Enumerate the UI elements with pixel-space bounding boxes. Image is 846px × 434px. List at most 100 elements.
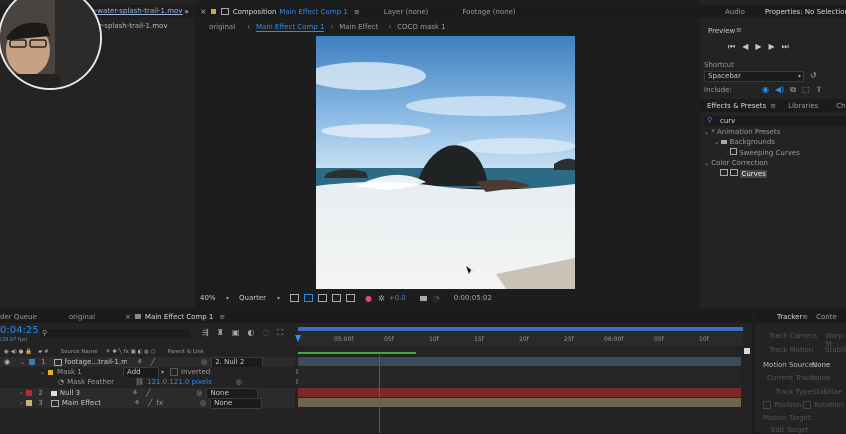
composition-tab-label[interactable]: Composition [233, 8, 277, 16]
resolution-select[interactable]: Quarter [239, 294, 277, 302]
pickwhip-icon[interactable]: ◎ [236, 378, 242, 386]
shortcut-select[interactable]: Spacebar ▾ [704, 71, 804, 82]
transparency-grid-icon[interactable] [304, 294, 314, 302]
panel-menu-icon[interactable]: ≡ [770, 102, 776, 110]
visibility-icon[interactable]: ◉ [4, 358, 10, 366]
position-option[interactable]: Position [763, 401, 801, 409]
tab-character[interactable]: Chara [836, 102, 846, 110]
chevron-down-icon[interactable]: ▾ [161, 369, 164, 376]
layer-name[interactable]: Main Effect [62, 399, 124, 407]
quality-switch-icon[interactable]: ╱ [146, 389, 150, 397]
motion-blur-icon[interactable]: ◐ [247, 328, 254, 338]
exposure-value[interactable]: +0.0 [389, 294, 406, 302]
tab-menu-icon[interactable]: ≡ [219, 313, 225, 321]
tree-item-sweeping-curves[interactable]: Sweeping Curves [730, 148, 800, 157]
tree-item-animation-presets[interactable]: ⌄ * Animation Presets [704, 128, 780, 136]
inverted-checkbox[interactable] [170, 368, 179, 376]
rotation-option[interactable]: Rotation [803, 401, 843, 409]
quality-switch-icon[interactable]: ╱ [148, 399, 152, 407]
label-color-swatch[interactable] [26, 390, 33, 396]
keyframe-icon[interactable]: I [296, 378, 298, 386]
color-management-icon[interactable]: ✲ [378, 294, 385, 303]
next-frame-icon[interactable]: ▶ [769, 42, 775, 52]
tree-item-color-correction[interactable]: ⌄ Color Correction [704, 159, 768, 167]
previous-frame-icon[interactable]: ◀ [742, 42, 748, 52]
layer-bar-null[interactable] [298, 388, 741, 397]
layer-name[interactable]: Null 3 [60, 389, 122, 397]
stabilize-motion-button[interactable]: Stabiliz [825, 346, 846, 354]
shy-switch-icon[interactable]: ⚘ [132, 389, 138, 397]
mask-mode-select[interactable]: Add [123, 366, 160, 378]
table-row[interactable]: › 2 Null 3 ⚘ ╱ ◎ None [0, 387, 295, 399]
parent-select[interactable]: 2. Null 2 [211, 356, 264, 368]
tab-content[interactable]: Conte [816, 313, 837, 321]
keyframe-icon[interactable]: I [296, 368, 298, 376]
layer-bar-main-effect[interactable] [298, 398, 741, 407]
stopwatch-icon[interactable]: ◔ [58, 378, 64, 386]
graph-editor-icon[interactable]: ◌ [262, 328, 269, 338]
shy-switch-icon[interactable]: ⚘ [137, 358, 143, 366]
tab-render-queue[interactable]: der Queue [0, 313, 37, 321]
work-area-end-marker[interactable] [744, 348, 750, 354]
lock-icon[interactable] [210, 9, 216, 14]
table-row[interactable]: › 3 Main Effect ⚘ ╱ fx ◎ None [0, 397, 295, 409]
effects-search[interactable]: ⚲ curv [704, 116, 846, 126]
layer-tab[interactable]: Layer (none) [384, 8, 429, 16]
pickwhip-icon[interactable]: ◎ [196, 389, 202, 397]
hide-shy-icon[interactable]: ⛶ [277, 328, 283, 338]
tab-effects-presets[interactable]: Effects & Presets [707, 102, 766, 110]
position-checkbox[interactable] [763, 401, 771, 409]
first-frame-icon[interactable]: ⏮ [728, 42, 735, 52]
time-ruler[interactable]: 05:00f 05f 10f 15f 20f 25f 06:00f 05f 10… [298, 332, 743, 346]
timeline-work-area-bar[interactable] [298, 327, 743, 331]
tab-main-effect-comp[interactable]: Main Effect Comp 1 [145, 313, 213, 321]
shy-switch-icon[interactable]: ⚘ [134, 399, 140, 407]
channels-icon[interactable]: ● [365, 294, 372, 303]
comp-flowchart-icon[interactable]: ⇶ [202, 328, 209, 338]
breadcrumb-main-effect[interactable]: Main Effect [339, 23, 378, 31]
panel-menu-icon[interactable]: ≡ [802, 313, 808, 321]
tree-item-backgrounds[interactable]: ⌄ Backgrounds [714, 138, 775, 146]
track-motion-button[interactable]: Track Motion [769, 346, 813, 354]
rotation-checkbox[interactable] [803, 401, 811, 409]
playhead-icon[interactable] [295, 335, 301, 342]
expand-chevron-icon[interactable]: ⌄ [20, 359, 25, 366]
label-color-swatch[interactable] [26, 400, 33, 406]
comp-viewer-canvas[interactable] [316, 36, 575, 289]
expand-chevron-icon[interactable]: › [20, 400, 22, 407]
layers-toggle-icon[interactable]: ⬚ [802, 85, 810, 95]
layer-search[interactable]: ⚲ [40, 329, 190, 338]
current-track-select[interactable]: None [812, 374, 830, 382]
export-icon[interactable]: ⇪ [816, 85, 823, 95]
link-icon[interactable]: ⛓ [135, 378, 144, 386]
tab-menu-icon[interactable]: ≡ [354, 8, 360, 16]
play-icon[interactable]: ▶ [755, 42, 761, 52]
mask-name[interactable]: Mask 1 [57, 368, 123, 376]
zoom-select[interactable]: 40% [200, 294, 226, 302]
show-snapshot-icon[interactable]: ◔ [433, 294, 440, 303]
mask-feather-value[interactable]: 121.0,121.0 pixels [147, 378, 212, 386]
tab-properties[interactable]: Properties: No Selection [765, 8, 846, 16]
panel-overflow-icon[interactable]: » [184, 7, 189, 16]
track-type-select[interactable]: Stabilize [812, 388, 842, 396]
table-row[interactable]: ⌄ Mask 1 Add ▾ Inverted [0, 366, 295, 378]
close-icon[interactable]: × [200, 7, 207, 16]
pickwhip-icon[interactable]: ◎ [200, 399, 206, 407]
breadcrumb-main-effect-comp[interactable]: Main Effect Comp 1 [255, 23, 325, 32]
overlays-toggle-icon[interactable]: ⧉ [790, 85, 796, 95]
camera-snapshot-icon[interactable] [419, 295, 427, 301]
guides-icon[interactable] [332, 294, 342, 302]
layer-name[interactable]: footage...trail-1.mov [65, 358, 127, 366]
expand-chevron-icon[interactable]: › [20, 390, 22, 397]
viewer-timecode[interactable]: 0:00:05:02 [454, 294, 492, 302]
pickwhip-icon[interactable]: ◎ [201, 358, 207, 366]
frame-blending-icon[interactable]: ▣ [232, 328, 240, 338]
label-color-swatch[interactable] [29, 359, 36, 365]
chevron-down-icon[interactable]: ▾ [226, 295, 229, 302]
tab-tracker[interactable]: Tracker [777, 313, 802, 321]
composition-tab-name[interactable]: Main Effect Comp 1 [279, 8, 347, 16]
chevron-down-icon[interactable]: ▾ [277, 295, 280, 302]
audio-toggle-icon[interactable]: ◀) [775, 85, 784, 95]
layer-bar-footage[interactable] [298, 357, 741, 366]
tab-libraries[interactable]: Libraries [788, 102, 818, 110]
